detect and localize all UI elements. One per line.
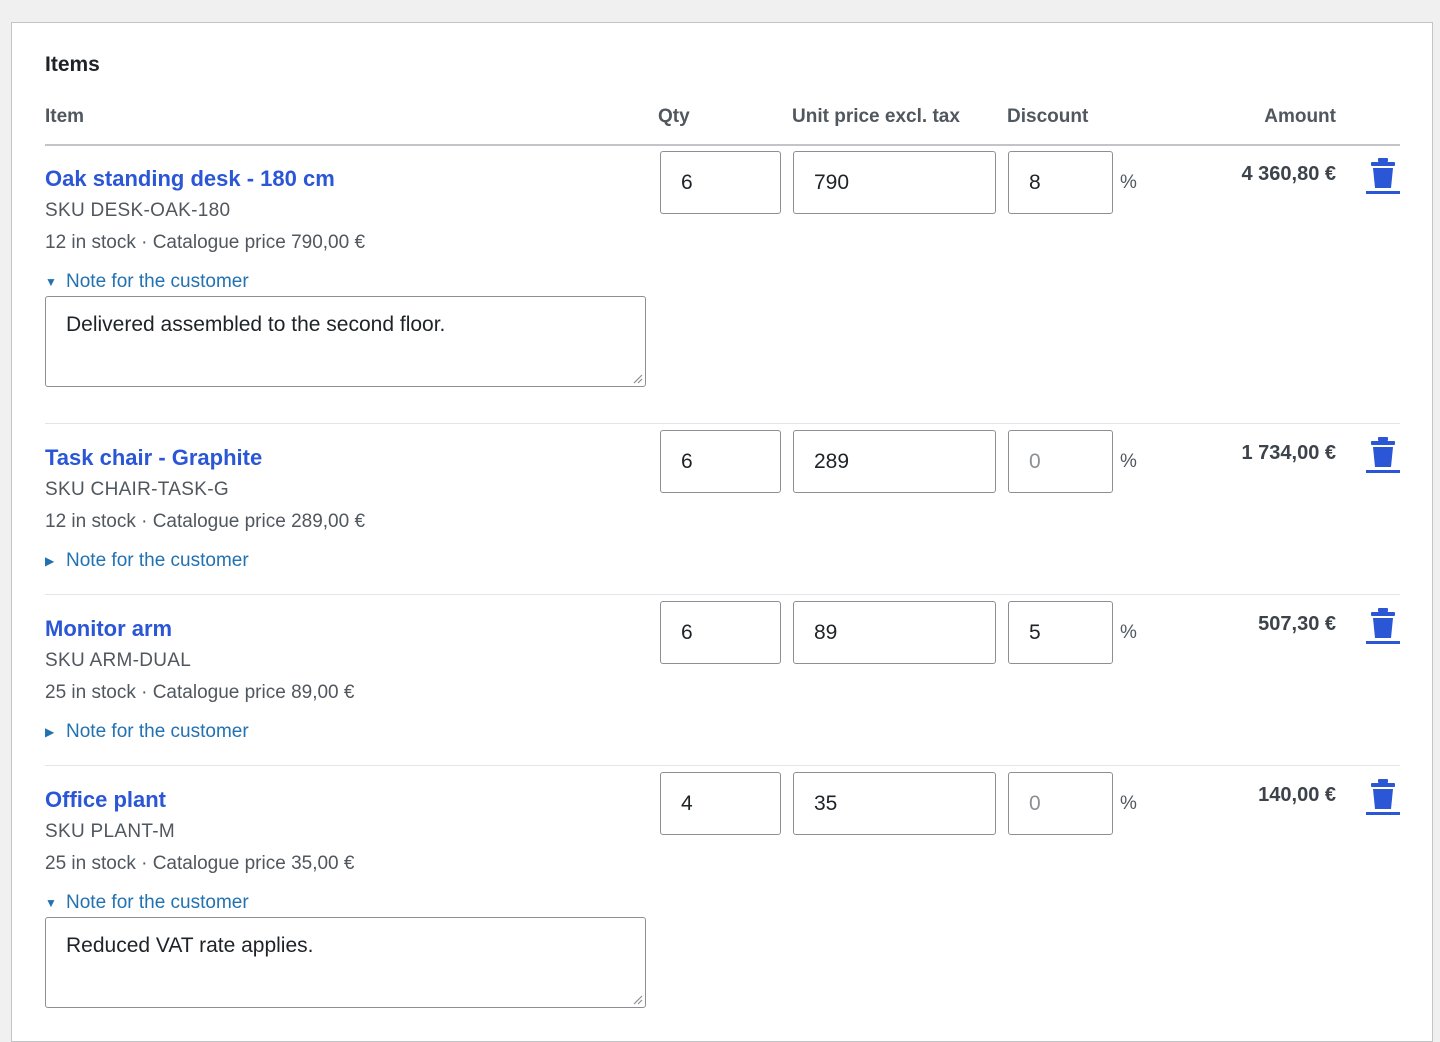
resize-grip-icon[interactable] (632, 373, 643, 384)
triangle-right-icon: ▶ (45, 554, 55, 568)
unit-price-input[interactable]: 289 (793, 430, 996, 493)
unit-price-input[interactable]: 35 (793, 772, 996, 835)
item-stock-info: 25 in stock · Catalogue price 89,00 € (45, 682, 355, 703)
line-amount: 140,00 € (1258, 784, 1336, 806)
item-stock-info: 25 in stock · Catalogue price 35,00 € (45, 853, 355, 874)
percent-sign: % (1120, 172, 1137, 193)
item-sku: SKU CHAIR-TASK-G (45, 479, 229, 500)
qty-value: 6 (681, 620, 693, 644)
trash-icon[interactable] (1366, 607, 1400, 645)
qty-value: 6 (681, 449, 693, 473)
row-divider (45, 765, 1400, 766)
item-name-link[interactable]: Monitor arm (45, 616, 172, 642)
unit-price-value: 289 (814, 449, 850, 473)
customer-note-text: Delivered assembled to the second floor. (66, 313, 446, 336)
row-divider (45, 423, 1400, 424)
discount-input[interactable]: 8 (1008, 151, 1113, 214)
percent-sign: % (1120, 793, 1137, 814)
section-title: Items (45, 53, 100, 76)
column-header-discount: Discount (1007, 106, 1089, 127)
trash-icon[interactable] (1366, 778, 1400, 816)
header-divider (45, 144, 1400, 146)
unit-price-value: 35 (814, 791, 838, 815)
discount-placeholder: 0 (1029, 791, 1041, 815)
note-toggle[interactable]: ▼ Note for the customer (45, 892, 249, 914)
discount-placeholder: 0 (1029, 449, 1041, 473)
items-panel: Items Item Qty Unit price excl. tax Disc… (11, 22, 1433, 1042)
note-toggle[interactable]: ▶ Note for the customer (45, 721, 249, 743)
item-stock-info: 12 in stock · Catalogue price 289,00 € (45, 511, 366, 532)
item-sku: SKU DESK-OAK-180 (45, 200, 231, 221)
qty-input[interactable]: 6 (660, 601, 781, 664)
triangle-right-icon: ▶ (45, 725, 55, 739)
discount-input[interactable]: 0 (1008, 772, 1113, 835)
note-toggle[interactable]: ▼ Note for the customer (45, 271, 249, 293)
customer-note-textarea[interactable]: Reduced VAT rate applies. (45, 917, 646, 1008)
qty-value: 4 (681, 791, 693, 815)
unit-price-input[interactable]: 790 (793, 151, 996, 214)
trash-icon[interactable] (1366, 436, 1400, 474)
column-header-unit-price: Unit price excl. tax (792, 106, 960, 127)
column-header-amount: Amount (1264, 106, 1336, 127)
line-amount: 4 360,80 € (1241, 163, 1336, 185)
column-header-qty: Qty (658, 106, 690, 127)
line-amount: 507,30 € (1258, 613, 1336, 635)
qty-input[interactable]: 6 (660, 151, 781, 214)
item-sku: SKU PLANT-M (45, 821, 175, 842)
note-toggle-label: Note for the customer (66, 271, 249, 292)
note-toggle-label: Note for the customer (66, 550, 249, 571)
discount-input[interactable]: 5 (1008, 601, 1113, 664)
item-name-link[interactable]: Task chair - Graphite (45, 445, 262, 471)
item-sku: SKU ARM-DUAL (45, 650, 192, 671)
customer-note-textarea[interactable]: Delivered assembled to the second floor. (45, 296, 646, 387)
unit-price-value: 790 (814, 170, 850, 194)
row-divider (45, 594, 1400, 595)
line-amount: 1 734,00 € (1241, 442, 1336, 464)
qty-value: 6 (681, 170, 693, 194)
note-toggle[interactable]: ▶ Note for the customer (45, 550, 249, 572)
percent-sign: % (1120, 622, 1137, 643)
qty-input[interactable]: 6 (660, 430, 781, 493)
triangle-down-icon: ▼ (45, 275, 57, 289)
resize-grip-icon[interactable] (632, 994, 643, 1005)
column-header-item: Item (45, 106, 85, 127)
unit-price-value: 89 (814, 620, 838, 644)
unit-price-input[interactable]: 89 (793, 601, 996, 664)
note-toggle-label: Note for the customer (66, 892, 249, 913)
item-name-link[interactable]: Oak standing desk - 180 cm (45, 166, 335, 192)
item-name-link[interactable]: Office plant (45, 787, 166, 813)
trash-icon[interactable] (1366, 157, 1400, 195)
item-stock-info: 12 in stock · Catalogue price 790,00 € (45, 232, 366, 253)
discount-value: 5 (1029, 620, 1041, 644)
discount-input[interactable]: 0 (1008, 430, 1113, 493)
qty-input[interactable]: 4 (660, 772, 781, 835)
percent-sign: % (1120, 451, 1137, 472)
note-toggle-label: Note for the customer (66, 721, 249, 742)
triangle-down-icon: ▼ (45, 896, 57, 910)
customer-note-text: Reduced VAT rate applies. (66, 934, 314, 957)
discount-value: 8 (1029, 170, 1041, 194)
